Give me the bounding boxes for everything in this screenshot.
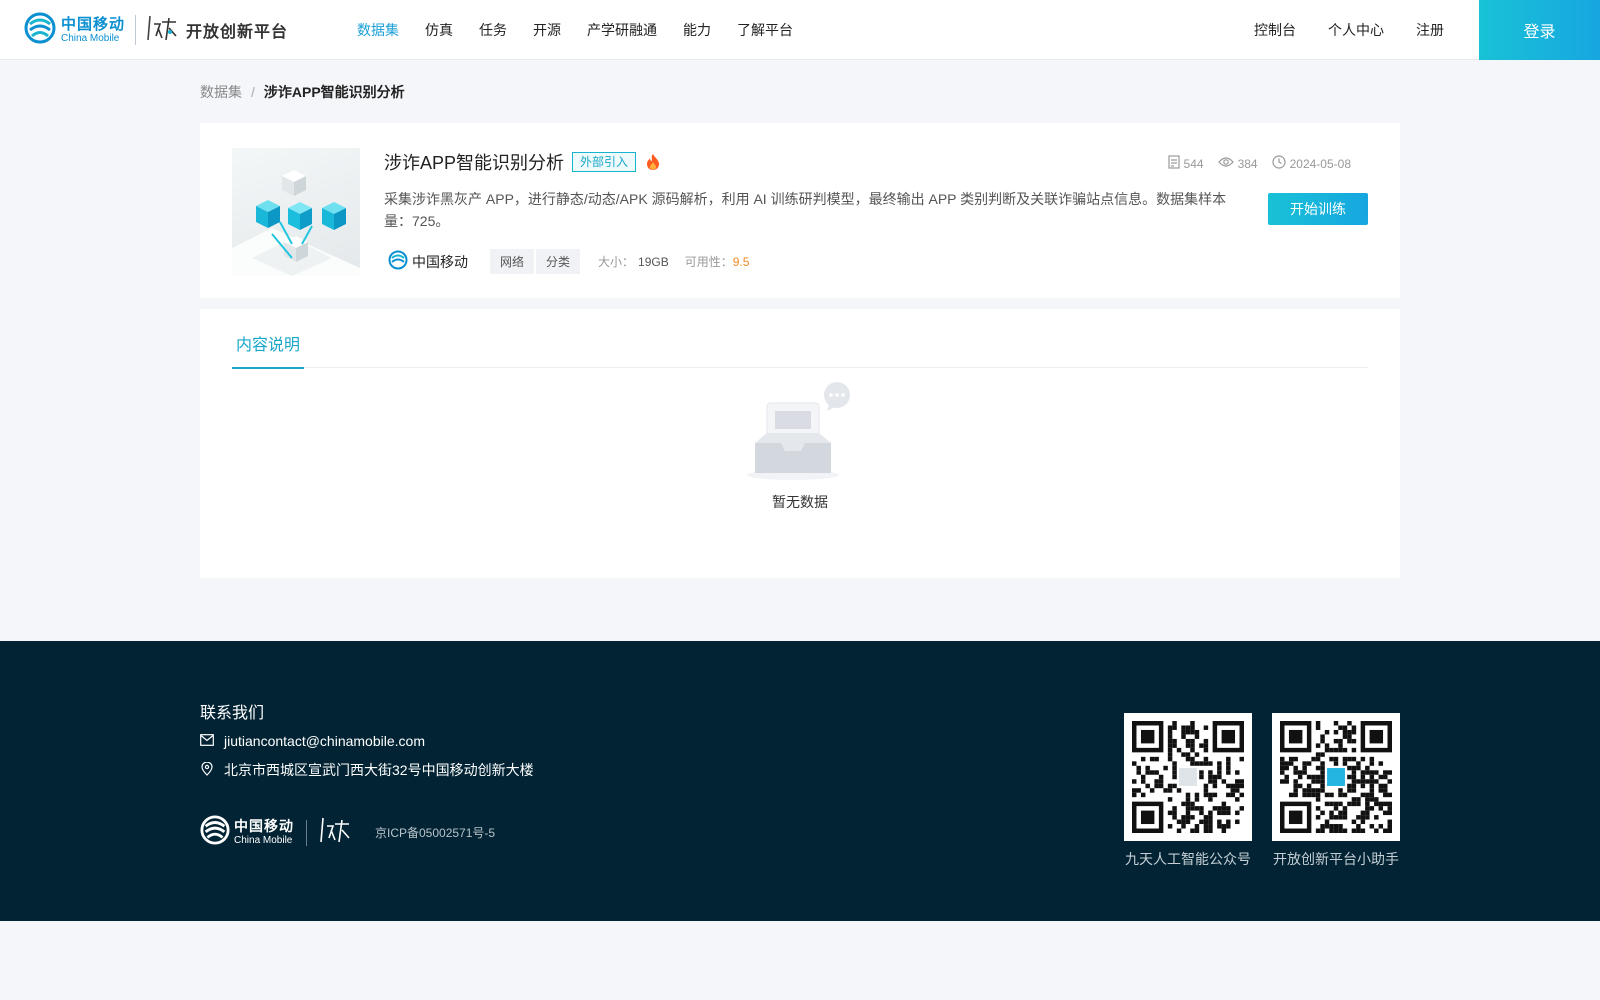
- footer-logo: 中国移动 China Mobile 京ICP备05002571号-5: [200, 814, 495, 851]
- empty-inbox-icon: [745, 381, 855, 486]
- usability-label: 可用性：: [684, 255, 733, 269]
- brand-en: China Mobile: [61, 32, 120, 44]
- record-icon: [1167, 155, 1184, 172]
- footer-brand-cn: 中国移动: [234, 818, 294, 835]
- fire-icon: [646, 153, 660, 171]
- top-header: 中国移动 China Mobile 开放创新平台 数据集 仿真 任务 开源 产学…: [0, 0, 1600, 60]
- qr-code-image: [1272, 713, 1400, 841]
- empty-state: 暂无数据: [200, 381, 1400, 512]
- size-value: 19GB: [638, 254, 669, 269]
- breadcrumb-current: 涉诈APP智能识别分析: [263, 84, 405, 100]
- empty-text: 暂无数据: [772, 494, 828, 510]
- nav-item-capabilities[interactable]: 能力: [683, 20, 711, 40]
- profile-link[interactable]: 个人中心: [1328, 20, 1384, 40]
- views-count: 384: [1237, 156, 1258, 171]
- site-logo[interactable]: 中国移动 China Mobile 开放创新平台: [24, 12, 289, 49]
- source-tag: 外部引入: [572, 152, 637, 172]
- nav-item-opensource[interactable]: 开源: [533, 20, 561, 40]
- qr-label: 开放创新平台小助手: [1273, 851, 1399, 867]
- nav-item-about[interactable]: 了解平台: [737, 20, 793, 40]
- dataset-title-row: 涉诈APP智能识别分析 外部引入: [384, 149, 660, 175]
- main-nav: 数据集 仿真 任务 开源 产学研融通 能力 了解平台: [357, 0, 819, 60]
- records-stat: 544: [1167, 155, 1204, 172]
- nav-item-datasets[interactable]: 数据集: [357, 20, 399, 40]
- breadcrumb-datasets[interactable]: 数据集: [200, 82, 242, 102]
- content-panel: 内容说明 暂无数据: [200, 309, 1400, 578]
- records-count: 544: [1183, 156, 1204, 171]
- dataset-description: 采集涉诈黑灰产 APP，进行静态/动态/APK 源码解析，利用 AI 训练研判模…: [384, 191, 1227, 229]
- footer-brand-en: China Mobile: [234, 834, 293, 846]
- tab-content-description[interactable]: 内容说明: [232, 331, 304, 369]
- logo-divider: [135, 15, 137, 45]
- nav-item-simulation[interactable]: 仿真: [425, 20, 453, 40]
- date-stat: 2024-05-08: [1272, 155, 1351, 172]
- dataset-stats: 544 384 2024-05-08: [1154, 155, 1351, 172]
- contact-title: 联系我们: [200, 705, 265, 722]
- size-label: 大小：: [598, 255, 635, 269]
- china-mobile-logo-icon: [388, 250, 412, 273]
- tab-bar: 内容说明: [232, 309, 1368, 369]
- nav-item-industry[interactable]: 产学研融通: [587, 20, 657, 40]
- jiutian-logo-icon: [319, 814, 353, 851]
- usability-value: 9.5: [732, 254, 750, 269]
- publish-date: 2024-05-08: [1289, 156, 1351, 171]
- register-link[interactable]: 注册: [1416, 20, 1444, 40]
- footer: 联系我们 jiutiancontact@chinamobile.com 北京市西…: [0, 641, 1600, 921]
- brand-cn: 中国移动: [61, 15, 126, 33]
- login-button[interactable]: 登录: [1479, 0, 1600, 60]
- provider: 中国移动: [388, 250, 468, 273]
- nav-item-tasks[interactable]: 任务: [479, 20, 507, 40]
- breadcrumb: 数据集 / 涉诈APP智能识别分析: [200, 82, 405, 102]
- dataset-meta: 中国移动 网络 分类 大小： 19GB 可用性： 9.5: [388, 249, 749, 274]
- platform-name: 开放创新平台: [186, 24, 289, 41]
- contact-address: 北京市西城区宣武门西大街32号中国移动创新大楼: [224, 762, 534, 778]
- console-link[interactable]: 控制台: [1254, 20, 1296, 40]
- dataset-title: 涉诈APP智能识别分析: [384, 153, 565, 173]
- jiutian-logo-icon: [146, 12, 180, 49]
- footer-logo-divider: [306, 819, 307, 846]
- contact-email[interactable]: jiutiancontact@chinamobile.com: [224, 733, 425, 749]
- location-icon: [200, 760, 224, 779]
- qr-code-image: [1124, 713, 1252, 841]
- user-links: 控制台 个人中心 注册: [1254, 0, 1476, 60]
- qr-code-assistant: 开放创新平台小助手: [1272, 713, 1400, 869]
- icp-number[interactable]: 京ICP备05002571号-5: [375, 824, 495, 841]
- china-mobile-logo-icon: [200, 815, 230, 850]
- mail-icon: [200, 733, 224, 749]
- qr-code-official-account: 九天人工智能公众号: [1124, 713, 1252, 869]
- china-mobile-logo-icon: [24, 12, 56, 49]
- contact-address-row: 北京市西城区宣武门西大街32号中国移动创新大楼: [200, 760, 534, 780]
- breadcrumb-separator: /: [251, 84, 255, 100]
- provider-name: 中国移动: [412, 253, 468, 270]
- dataset-thumbnail: [232, 148, 360, 276]
- contact-email-row: jiutiancontact@chinamobile.com: [200, 733, 425, 749]
- tag-chip: 分类: [536, 249, 581, 274]
- start-training-button[interactable]: 开始训练: [1268, 193, 1368, 225]
- dataset-card: 涉诈APP智能识别分析 外部引入 544 384 2024-05-08 采集涉诈…: [200, 123, 1400, 298]
- tag-chip: 网络: [490, 249, 535, 274]
- qr-label: 九天人工智能公众号: [1125, 851, 1251, 867]
- clock-icon: [1272, 155, 1290, 172]
- eye-icon: [1217, 156, 1238, 171]
- views-stat: 384: [1217, 156, 1258, 171]
